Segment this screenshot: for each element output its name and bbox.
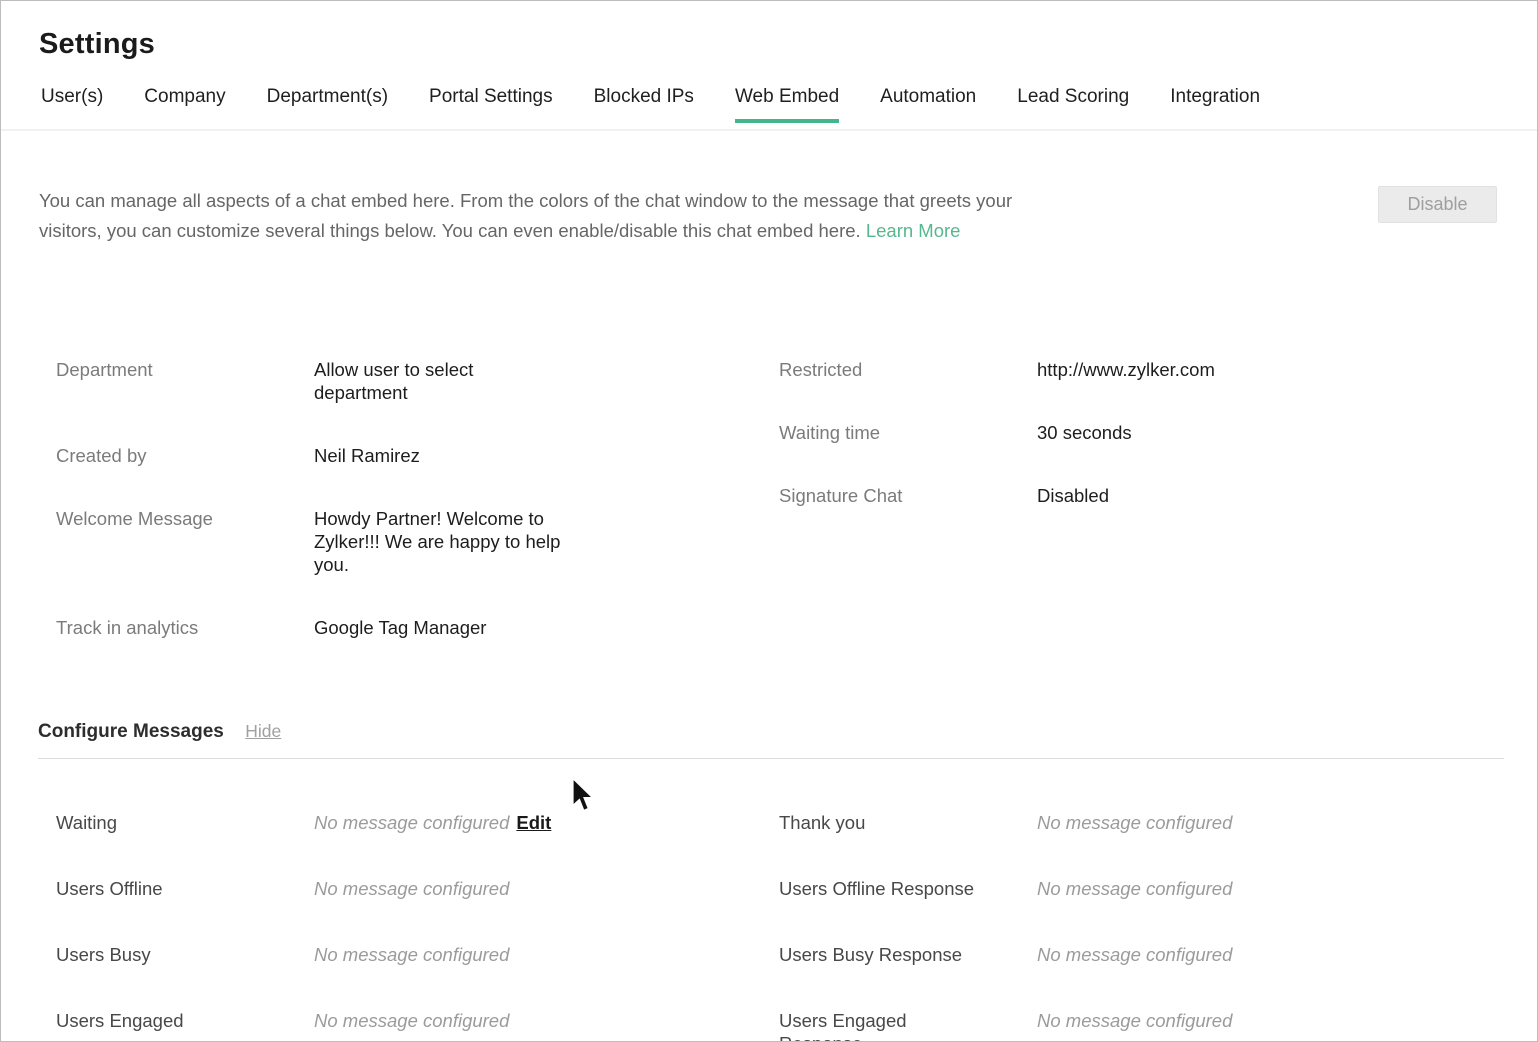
learn-more-link[interactable]: Learn More: [866, 220, 961, 241]
tab-company[interactable]: Company: [144, 86, 225, 123]
tab-users[interactable]: User(s): [41, 86, 103, 123]
details-right-column: Restricted http://www.zylker.com Waiting…: [761, 358, 1537, 679]
msg-label: Users Offline Response: [779, 877, 1037, 900]
intro-section: You can manage all aspects of a chat emb…: [39, 186, 1499, 246]
field-row-restricted: Restricted http://www.zylker.com: [761, 358, 1537, 381]
msg-row-users-busy: Users Busy No message configured: [38, 943, 761, 966]
msg-row-users-offline-response: Users Offline Response No message config…: [761, 877, 1537, 900]
field-row-signature-chat: Signature Chat Disabled: [761, 484, 1537, 507]
configure-messages-header: Configure Messages Hide: [38, 721, 1499, 743]
configure-messages-title: Configure Messages: [38, 721, 224, 743]
msg-row-users-busy-response: Users Busy Response No message configure…: [761, 943, 1537, 966]
field-label: Signature Chat: [779, 484, 1037, 507]
msg-label: Users Engaged: [56, 1009, 314, 1032]
msg-label: Users Engaged Response: [779, 1009, 1037, 1042]
field-value: Allow user to select department: [314, 358, 473, 404]
msg-value: No message configured: [1037, 1009, 1232, 1042]
field-label: Welcome Message: [56, 507, 314, 576]
tab-blocked-ips[interactable]: Blocked IPs: [594, 86, 694, 123]
settings-tabbar: User(s) Company Department(s) Portal Set…: [1, 86, 1537, 123]
msg-row-users-engaged-response: Users Engaged Response No message config…: [761, 1009, 1537, 1042]
msg-label: Users Offline: [56, 877, 314, 900]
hide-link[interactable]: Hide: [245, 721, 281, 742]
tab-automation[interactable]: Automation: [880, 86, 976, 123]
field-row-track-in-analytics: Track in analytics Google Tag Manager: [38, 616, 761, 639]
tab-portal-settings[interactable]: Portal Settings: [429, 86, 553, 123]
field-label: Created by: [56, 444, 314, 467]
field-value: http://www.zylker.com: [1037, 358, 1215, 381]
field-value: 30 seconds: [1037, 421, 1132, 444]
tab-web-embed[interactable]: Web Embed: [735, 86, 839, 123]
page-title: Settings: [39, 28, 1537, 61]
field-value: Howdy Partner! Welcome to Zylker!!! We a…: [314, 507, 560, 576]
field-row-waiting-time: Waiting time 30 seconds: [761, 421, 1537, 444]
msg-row-users-engaged: Users Engaged No message configured: [38, 1009, 761, 1032]
field-value: Neil Ramirez: [314, 444, 420, 467]
details-left-column: Department Allow user to select departme…: [38, 358, 761, 679]
tab-integration[interactable]: Integration: [1170, 86, 1260, 123]
tab-lead-scoring[interactable]: Lead Scoring: [1017, 86, 1129, 123]
tab-departments[interactable]: Department(s): [267, 86, 388, 123]
intro-description: You can manage all aspects of a chat emb…: [39, 186, 1219, 246]
messages-right-column: Thank you No message configured Users Of…: [761, 811, 1537, 1042]
msg-value: No message configured: [1037, 811, 1232, 834]
msg-label: Waiting: [56, 811, 314, 834]
field-label: Waiting time: [779, 421, 1037, 444]
field-row-created-by: Created by Neil Ramirez: [38, 444, 761, 467]
edit-link[interactable]: Edit: [516, 812, 551, 833]
msg-label: Thank you: [779, 811, 1037, 834]
msg-label: Users Busy: [56, 943, 314, 966]
msg-label: Users Busy Response: [779, 943, 1037, 966]
field-value: Disabled: [1037, 484, 1109, 507]
msg-value: No message configured Edit: [314, 811, 551, 834]
msg-value: No message configured: [314, 1009, 509, 1032]
disable-button[interactable]: Disable: [1378, 186, 1497, 223]
field-row-department: Department Allow user to select departme…: [38, 358, 761, 404]
mouse-cursor-icon: [570, 778, 597, 814]
msg-value: No message configured: [1037, 877, 1232, 900]
settings-page: Settings User(s) Company Department(s) P…: [0, 0, 1538, 1042]
field-label: Track in analytics: [56, 616, 314, 639]
field-row-welcome-message: Welcome Message Howdy Partner! Welcome t…: [38, 507, 761, 576]
msg-row-waiting: Waiting No message configured Edit: [38, 811, 761, 834]
messages-left-column: Waiting No message configured Edit Users …: [38, 811, 761, 1042]
msg-value: No message configured: [1037, 943, 1232, 966]
configure-messages-grid: Waiting No message configured Edit Users …: [38, 811, 1537, 1042]
msg-row-thank-you: Thank you No message configured: [761, 811, 1537, 834]
field-label: Restricted: [779, 358, 1037, 381]
field-value: Google Tag Manager: [314, 616, 486, 639]
msg-value: No message configured: [314, 943, 509, 966]
msg-value: No message configured: [314, 877, 509, 900]
configure-messages-divider: [38, 758, 1504, 759]
msg-value-text: No message configured: [314, 812, 509, 833]
msg-row-users-offline: Users Offline No message configured: [38, 877, 761, 900]
embed-details: Department Allow user to select departme…: [38, 358, 1537, 679]
field-label: Department: [56, 358, 314, 404]
tabbar-divider: [1, 129, 1537, 131]
